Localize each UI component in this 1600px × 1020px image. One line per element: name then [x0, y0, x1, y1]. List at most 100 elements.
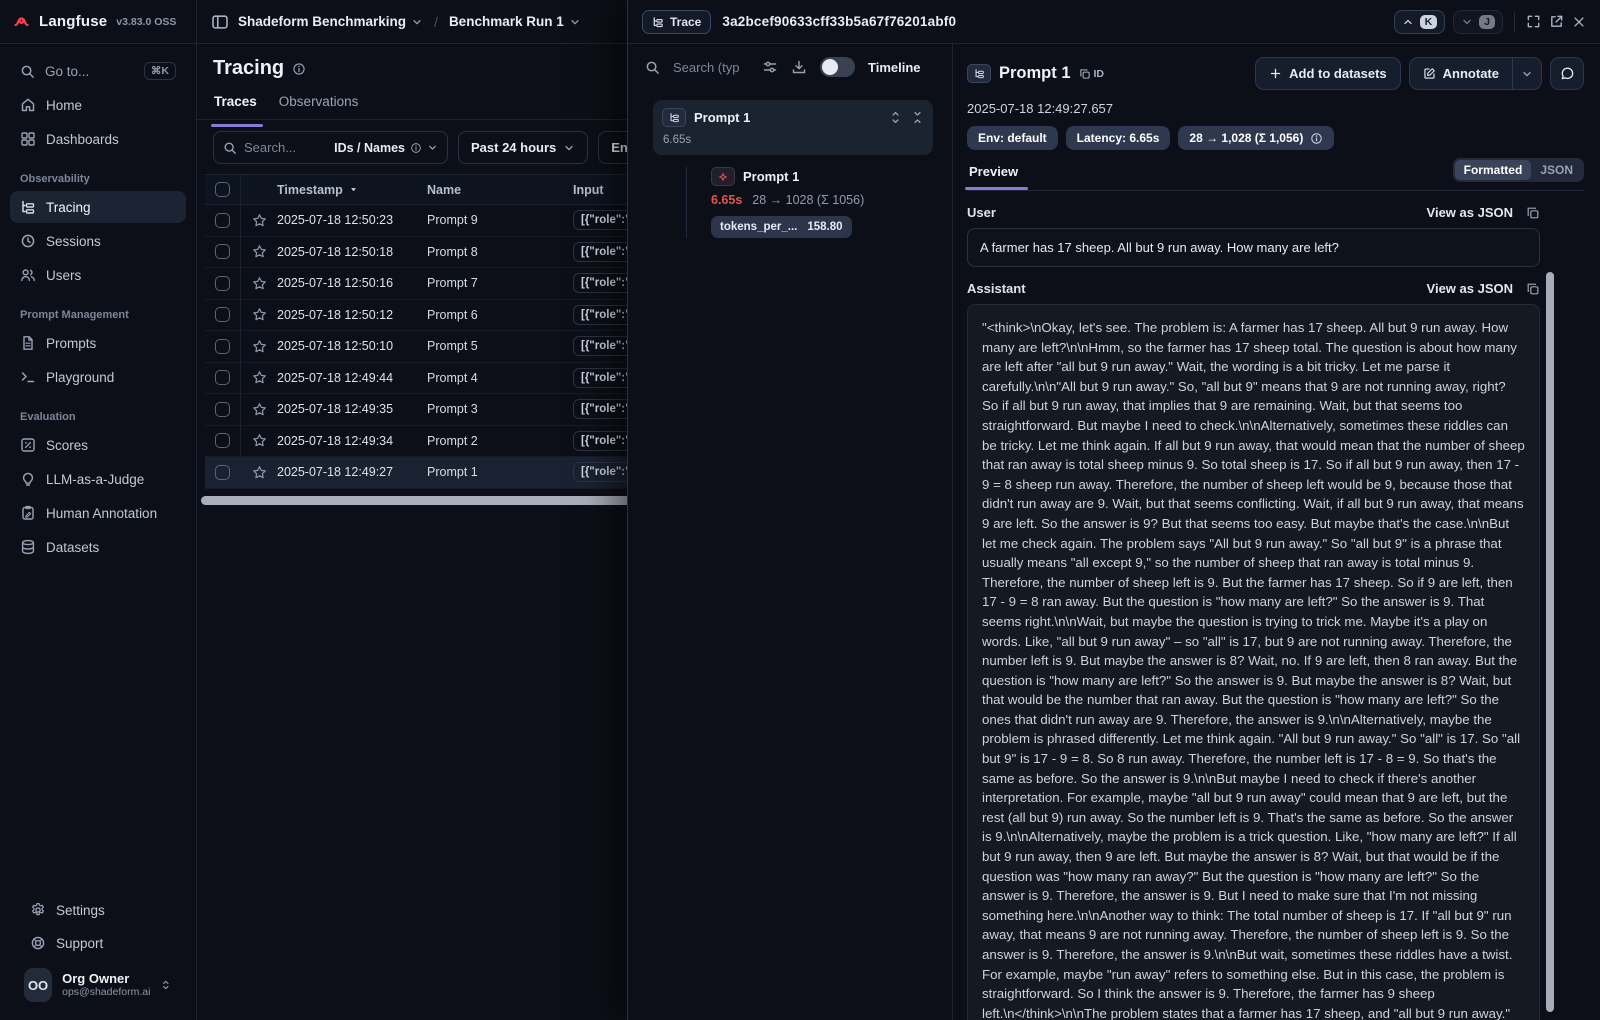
users-icon: [20, 267, 36, 283]
sort-desc-icon: [348, 184, 359, 195]
section-prompt-management: Prompt Management: [20, 309, 176, 321]
star-icon[interactable]: [241, 213, 277, 228]
sidebar-item-scores[interactable]: Scores: [10, 429, 186, 461]
sidebar-item-settings[interactable]: Settings: [20, 894, 176, 926]
row-checkbox[interactable]: [215, 339, 230, 354]
unfold-vertical-icon[interactable]: [889, 111, 902, 124]
account-name: Org Owner: [62, 971, 150, 986]
user-view-as-json[interactable]: View as JSON: [1427, 205, 1513, 220]
open-external-icon[interactable]: [1549, 14, 1564, 29]
lightbulb-icon: [20, 471, 36, 487]
chevron-down-icon: [1461, 16, 1473, 28]
sidebar-item-support[interactable]: Support: [20, 927, 176, 959]
timeline-label: Timeline: [868, 60, 921, 75]
trace-timestamp: 2025-07-18 12:49:27.657: [967, 101, 1584, 116]
breadcrumb-separator: /: [432, 14, 440, 30]
copy-icon[interactable]: [1526, 206, 1540, 220]
format-formatted[interactable]: Formatted: [1455, 160, 1532, 180]
add-to-datasets-button[interactable]: Add to datasets: [1255, 57, 1401, 90]
row-checkbox[interactable]: [215, 244, 230, 259]
download-icon[interactable]: [791, 59, 807, 75]
row-checkbox[interactable]: [215, 433, 230, 448]
search-icon: [20, 64, 35, 79]
star-icon[interactable]: [241, 307, 277, 322]
sidebar-item-playground[interactable]: Playground: [10, 361, 186, 393]
tab-traces[interactable]: Traces: [214, 94, 257, 119]
annotate-dropdown-button[interactable]: [1512, 57, 1542, 90]
row-timestamp: 2025-07-18 12:50:10: [277, 339, 427, 353]
percent-square-icon: [20, 437, 36, 453]
generation-icon: [711, 167, 735, 186]
comments-button[interactable]: [1550, 57, 1584, 90]
row-name: Prompt 6: [427, 308, 573, 322]
sidebar-item-dashboards[interactable]: Dashboards: [10, 123, 186, 155]
copy-id-button[interactable]: ID: [1079, 68, 1105, 80]
sidebar-item-users[interactable]: Users: [10, 259, 186, 291]
breadcrumb-project[interactable]: Benchmark Run 1: [449, 14, 581, 29]
star-icon[interactable]: [241, 339, 277, 354]
row-checkbox[interactable]: [215, 465, 230, 480]
timeline-toggle[interactable]: [820, 57, 855, 77]
breadcrumb-org[interactable]: Shadeform Benchmarking: [238, 14, 423, 29]
row-checkbox[interactable]: [215, 213, 230, 228]
tree-node-generation[interactable]: Prompt 1 6.65s 28 → 1028 (Σ 1056) tokens…: [711, 167, 952, 238]
sidebar-item-home[interactable]: Home: [10, 89, 186, 121]
star-icon: [252, 307, 267, 322]
tab-preview[interactable]: Preview: [969, 164, 1018, 179]
star-icon[interactable]: [241, 402, 277, 417]
annotate-button[interactable]: Annotate: [1409, 57, 1513, 90]
search-input[interactable]: Search... IDs / Names: [213, 131, 448, 164]
tree-search-input[interactable]: Search (typ: [673, 60, 749, 75]
row-checkbox[interactable]: [215, 402, 230, 417]
goto-shortcut: ⌘K: [144, 62, 176, 80]
row-checkbox[interactable]: [215, 307, 230, 322]
time-range-dropdown[interactable]: Past 24 hours: [458, 131, 588, 164]
format-json[interactable]: JSON: [1531, 160, 1582, 180]
sidebar-item-datasets[interactable]: Datasets: [10, 531, 186, 563]
sidebar-item-sessions[interactable]: Sessions: [10, 225, 186, 257]
sidebar-item-llm-as-a-judge[interactable]: LLM-as-a-Judge: [10, 463, 186, 495]
next-trace-button[interactable]: J: [1453, 10, 1503, 34]
sidebar-toggle-icon[interactable]: [211, 13, 229, 31]
comment-bubble-icon: [1560, 66, 1575, 81]
sidebar-item-human-annotation[interactable]: Human Annotation: [10, 497, 186, 529]
copy-icon[interactable]: [1526, 282, 1540, 296]
goto-label: Go to...: [45, 64, 89, 79]
token-usage-badge[interactable]: 28 → 1,028 (Σ 1,056): [1178, 126, 1334, 150]
row-checkbox[interactable]: [215, 276, 230, 291]
row-timestamp: 2025-07-18 12:49:44: [277, 371, 427, 385]
fold-vertical-icon[interactable]: [911, 111, 924, 124]
sidebar-item-prompts[interactable]: Prompts: [10, 327, 186, 359]
expand-panel-icon[interactable]: [1526, 14, 1541, 29]
tree-root-latency: 6.65s: [663, 134, 924, 146]
star-icon: [252, 213, 267, 228]
brand: Langfuse v3.83.0 OSS: [0, 0, 196, 44]
column-name[interactable]: Name: [427, 183, 573, 197]
tab-observations[interactable]: Observations: [279, 94, 359, 119]
account-menu[interactable]: OO Org Owner ops@shadeform.ai: [20, 960, 176, 1012]
search-icon[interactable]: [645, 60, 660, 75]
vertical-scrollbar[interactable]: [1546, 272, 1554, 1012]
sidebar-item-tracing[interactable]: Tracing: [10, 191, 186, 223]
latency-badge[interactable]: Latency: 6.65s: [1066, 126, 1171, 150]
select-all-checkbox[interactable]: [215, 182, 230, 197]
row-checkbox[interactable]: [215, 370, 230, 385]
prev-trace-button[interactable]: K: [1394, 10, 1446, 34]
star-icon[interactable]: [241, 370, 277, 385]
row-name: Prompt 8: [427, 245, 573, 259]
goto-search[interactable]: Go to... ⌘K: [10, 55, 186, 87]
filter-sliders-icon[interactable]: [762, 59, 778, 75]
info-icon: [292, 62, 306, 76]
search-mode-dropdown[interactable]: IDs / Names: [334, 141, 438, 155]
env-badge[interactable]: Env: default: [967, 126, 1058, 150]
avatar: OO: [24, 968, 52, 1002]
star-icon[interactable]: [241, 465, 277, 480]
assistant-view-as-json[interactable]: View as JSON: [1427, 281, 1513, 296]
tree-node-trace[interactable]: Prompt 1 6.65s: [653, 100, 933, 155]
star-icon[interactable]: [241, 244, 277, 259]
star-icon[interactable]: [241, 433, 277, 448]
star-icon[interactable]: [241, 276, 277, 291]
chevron-down-icon: [569, 16, 581, 28]
close-icon[interactable]: [1572, 15, 1586, 29]
column-timestamp[interactable]: Timestamp: [277, 183, 427, 197]
